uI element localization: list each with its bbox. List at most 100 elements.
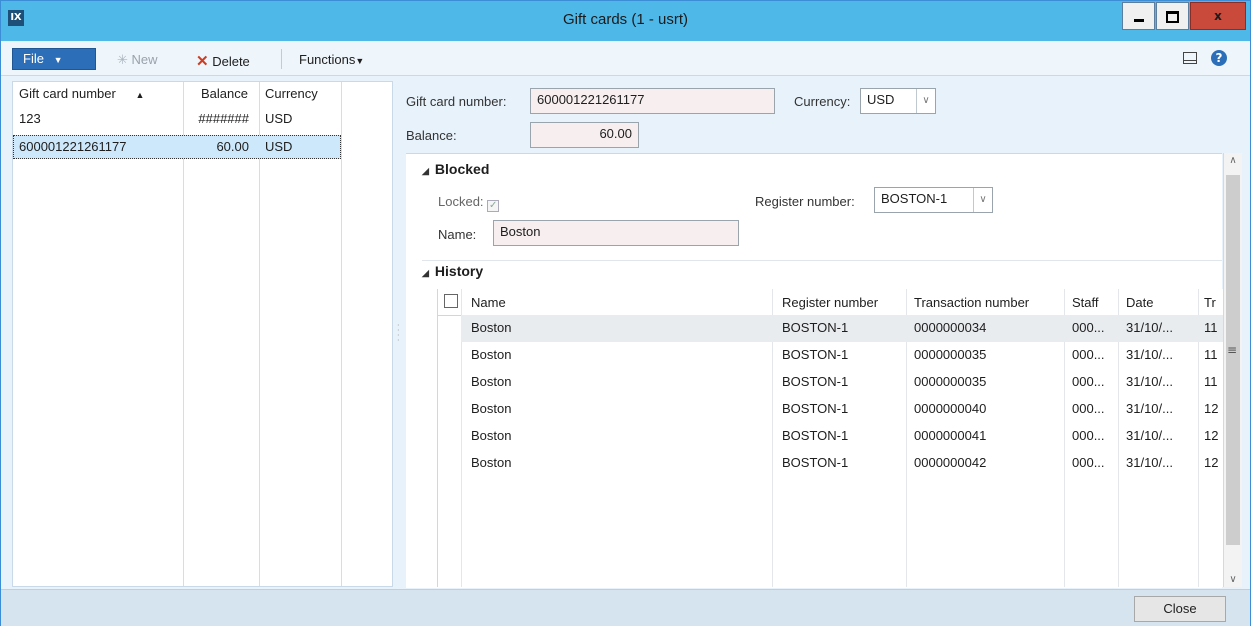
new-button[interactable]: ✳ New: [117, 52, 158, 68]
collapse-triangle-icon: ◢: [422, 268, 429, 278]
gift-card-list-grid: Gift card number ▲ Balance Currency 123 …: [12, 81, 393, 587]
close-icon: x: [1214, 9, 1222, 23]
table-row[interactable]: 123 ####### USD: [13, 108, 341, 132]
locked-checkbox[interactable]: ✓: [487, 200, 500, 212]
new-record-icon: ✳: [117, 52, 128, 67]
cell-transaction-number: 0000000041: [914, 428, 987, 443]
select-all-checkbox[interactable]: [444, 294, 458, 308]
cell-name: Boston: [471, 401, 512, 416]
gift-card-number-label: Gift card number:: [406, 94, 507, 109]
column-header-name[interactable]: Name: [471, 295, 506, 310]
chevron-down-icon[interactable]: ∨: [973, 188, 992, 212]
cell-name: Boston: [471, 347, 512, 362]
title-bar: Ⅸ Gift cards (1 - usrt) x: [1, 1, 1250, 41]
cell-balance: #######: [198, 111, 249, 126]
name-field[interactable]: Boston: [493, 220, 739, 246]
cell-truncated: 11: [1204, 374, 1218, 389]
blocked-section-header[interactable]: ◢ Blocked: [422, 161, 489, 177]
column-header-staff[interactable]: Staff: [1072, 295, 1099, 310]
table-row[interactable]: Boston BOSTON-1 0000000035 000... 31/10/... 1…: [461, 369, 1223, 396]
grid-header: Gift card number ▲ Balance Currency: [13, 82, 392, 106]
maximize-icon: [1166, 10, 1179, 23]
new-button-label: New: [131, 52, 158, 67]
sort-ascending-icon: ▲: [135, 90, 145, 100]
cell-name: Boston: [471, 374, 512, 389]
history-section-title: History: [434, 263, 484, 279]
toolbar-divider: [281, 49, 282, 69]
cell-register-number: BOSTON-1: [782, 320, 849, 335]
cell-transaction-number: 0000000034: [914, 320, 987, 335]
scroll-down-icon[interactable]: ∨: [1224, 574, 1242, 585]
minimize-button[interactable]: [1122, 2, 1155, 30]
cell-balance: 60.00: [216, 139, 249, 154]
window-title: Gift cards (1 - usrt): [562, 11, 689, 28]
column-header-currency[interactable]: Currency: [265, 86, 318, 101]
gift-cards-window: Ⅸ Gift cards (1 - usrt) x File ▼ ✳ New ✕…: [0, 0, 1251, 626]
column-header-truncated[interactable]: Tr: [1204, 295, 1222, 310]
close-button[interactable]: Close: [1134, 596, 1226, 622]
history-grid: Name Register number Transaction number …: [437, 289, 1223, 587]
currency-label: Currency:: [794, 94, 851, 109]
column-header-label: Gift card number: [19, 86, 116, 101]
grid-header: Name Register number Transaction number …: [438, 289, 1223, 316]
gift-card-number-field[interactable]: 600001221261177: [530, 88, 775, 114]
currency-combo[interactable]: USD ∨: [860, 88, 936, 114]
cell-truncated: 12: [1204, 455, 1219, 470]
cell-staff: 000...: [1072, 320, 1105, 335]
file-menu-label: File: [23, 51, 44, 66]
column-header-transaction-number[interactable]: Transaction number: [914, 295, 1029, 310]
minimize-icon: [1133, 19, 1144, 22]
file-menu-button[interactable]: File ▼: [12, 48, 96, 70]
table-row[interactable]: Boston BOSTON-1 0000000042 000... 31/10/... 1…: [461, 450, 1223, 477]
table-row[interactable]: Boston BOSTON-1 0000000035 000... 31/10/... 1…: [461, 342, 1223, 369]
cell-truncated: 12: [1204, 428, 1219, 443]
cell-register-number: BOSTON-1: [782, 347, 849, 362]
cell-gift-card-number: 600001221261177: [19, 139, 127, 154]
table-row-selected[interactable]: 600001221261177 60.00 USD: [13, 135, 341, 159]
chevron-down-icon[interactable]: ∨: [916, 89, 935, 113]
cell-date: 31/10/...: [1126, 428, 1173, 443]
column-header-gift-card-number[interactable]: Gift card number ▲: [19, 86, 144, 101]
balance-field: 60.00: [530, 122, 639, 148]
help-icon[interactable]: ?: [1211, 50, 1227, 66]
register-number-combo[interactable]: BOSTON-1 ∨: [874, 187, 993, 213]
cell-register-number: BOSTON-1: [782, 428, 849, 443]
chevron-down-icon: ▼: [53, 55, 63, 65]
maximize-button[interactable]: [1156, 2, 1189, 30]
cell-date: 31/10/...: [1126, 320, 1173, 335]
scroll-up-icon[interactable]: ∧: [1224, 155, 1242, 166]
footer-bar: [1, 589, 1250, 626]
column-header-date[interactable]: Date: [1126, 295, 1153, 310]
cell-name: Boston: [471, 455, 512, 470]
functions-menu-button[interactable]: Functions▼: [299, 52, 364, 67]
close-window-button[interactable]: x: [1190, 2, 1246, 30]
history-section-header[interactable]: ◢ History: [422, 263, 483, 279]
action-pane: File ▼ ✳ New ✕ Delete Functions▼ ?: [1, 41, 1250, 76]
scrollbar-thumb[interactable]: [1226, 175, 1240, 545]
delete-button[interactable]: ✕ Delete: [196, 52, 250, 70]
cell-staff: 000...: [1072, 347, 1105, 362]
balance-label: Balance:: [406, 128, 457, 143]
cell-transaction-number: 0000000035: [914, 347, 987, 362]
vertical-scrollbar[interactable]: ∧ ≡ ∨: [1223, 153, 1242, 587]
table-row[interactable]: Boston BOSTON-1 0000000040 000... 31/10/... 1…: [461, 396, 1223, 423]
cell-date: 31/10/...: [1126, 347, 1173, 362]
cell-gift-card-number: 123: [19, 111, 41, 126]
column-header-register-number[interactable]: Register number: [782, 295, 878, 310]
table-row[interactable]: Boston BOSTON-1 0000000034 000... 31/10/... 1…: [461, 315, 1223, 342]
register-number-value: BOSTON-1: [881, 191, 948, 206]
chevron-down-icon: ▼: [355, 56, 365, 66]
cell-currency: USD: [265, 139, 293, 154]
pane-splitter[interactable]: · · · ·: [397, 322, 400, 345]
cell-name: Boston: [471, 320, 512, 335]
cell-truncated: 11: [1204, 347, 1218, 362]
cell-staff: 000...: [1072, 455, 1105, 470]
functions-menu-label: Functions: [299, 52, 356, 67]
cell-truncated: 11: [1204, 320, 1218, 335]
table-row[interactable]: Boston BOSTON-1 0000000041 000... 31/10/... 1…: [461, 423, 1223, 450]
column-header-balance[interactable]: Balance: [201, 86, 248, 101]
cell-transaction-number: 0000000035: [914, 374, 987, 389]
cell-currency: USD: [265, 111, 293, 126]
cell-truncated: 12: [1204, 401, 1219, 416]
panel-layout-icon[interactable]: [1183, 52, 1197, 64]
